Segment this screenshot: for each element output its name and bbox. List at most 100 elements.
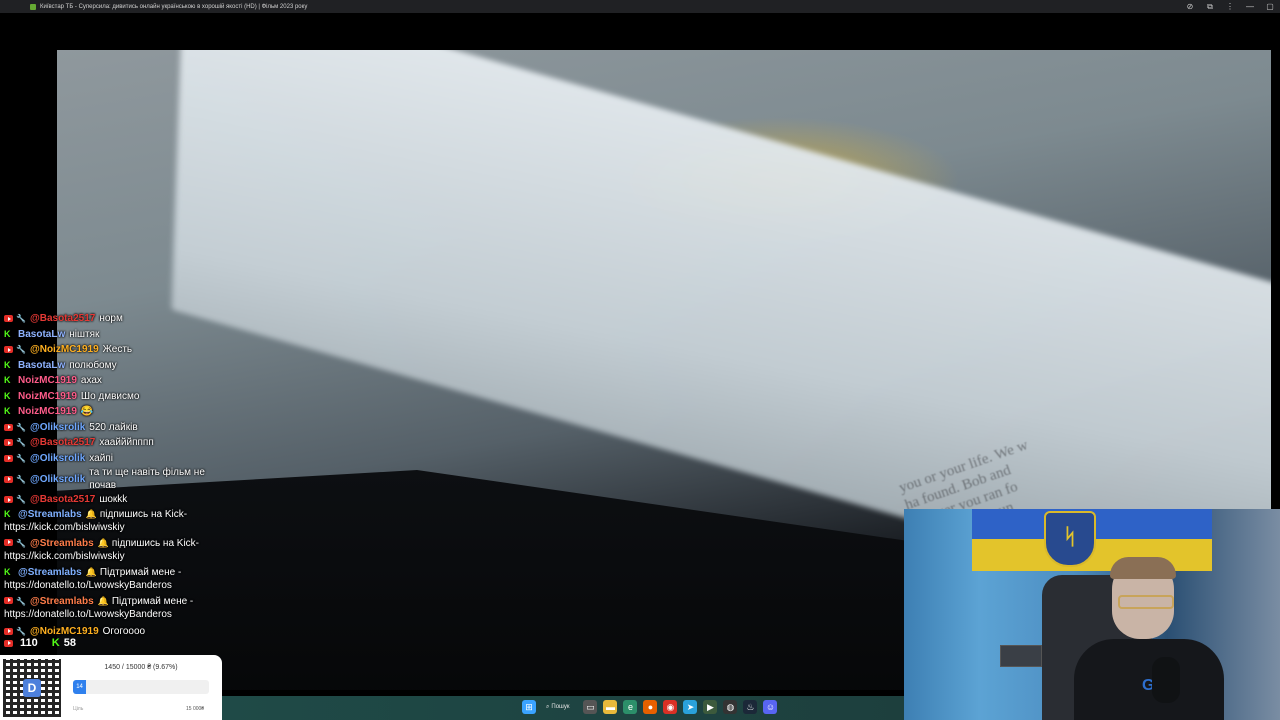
kick-icon: K <box>51 637 60 649</box>
firefox-icon[interactable]: ● <box>643 700 658 714</box>
chat-username: @Streamlabs <box>18 566 82 578</box>
kick-icon: K <box>4 508 11 519</box>
chat-text: Шо дмвисмо <box>80 390 140 402</box>
chat-message: 🔧 @Basota2517 шокkk <box>4 492 234 508</box>
telegram-icon[interactable]: ➤ <box>683 700 698 714</box>
maximize-button[interactable]: ▢ <box>1260 2 1280 11</box>
chat-text: полюбому <box>69 359 117 371</box>
goal-amount: 15 000₴ <box>186 706 205 712</box>
chat-username: @Basota2517 <box>29 494 96 506</box>
chat-message: 🔧 @Basota2517 норм <box>4 311 234 327</box>
incognito-icon[interactable]: ⊘ <box>1180 2 1200 11</box>
wrench-icon: 🔧 <box>16 626 26 636</box>
taskbar-search[interactable]: ⌕ Пошук <box>542 700 573 714</box>
youtube-icon <box>4 315 13 323</box>
webcam-feed: ᛋ GYG <box>904 509 1280 720</box>
search-icon: ⌕ <box>546 703 550 710</box>
chat-username: NoizMC1919 <box>18 390 77 402</box>
kick-viewer-count: 58 <box>63 637 76 649</box>
extensions-icon[interactable]: ⧉ <box>1200 2 1220 12</box>
chat-username: @Oliksrolik <box>29 473 86 485</box>
wrench-icon: 🔧 <box>16 495 26 505</box>
youtube-icon <box>4 423 13 431</box>
goal-label: Ціль <box>73 706 84 712</box>
wrench-icon: 🔧 <box>16 596 26 606</box>
chat-username: @NoizMC1919 <box>29 344 99 356</box>
chat-message: K @Streamlabs 🔔 Підтримай мене - https://do… <box>4 566 234 595</box>
donation-progress-fill: 14 <box>73 680 87 694</box>
chat-text: шокkk <box>99 494 128 506</box>
donation-progress-bar: 14 <box>73 680 209 694</box>
menu-icon[interactable]: ⋮ <box>1220 2 1240 11</box>
chat-text: хаайййпппп <box>99 437 154 449</box>
youtube-icon <box>4 596 13 604</box>
edge-icon[interactable]: e <box>623 700 638 714</box>
chat-message: 🔧 @Streamlabs 🔔 Підтримай мене - https://do… <box>4 595 234 624</box>
obs-icon[interactable]: ◍ <box>723 700 738 714</box>
kick-icon: K <box>4 390 11 401</box>
kick-icon: K <box>4 328 11 339</box>
chat-message: 🔧 @Oliksrolik та ти ще навіть фільм не поч… <box>4 466 234 492</box>
youtube-icon <box>4 496 13 504</box>
glasses <box>1118 595 1174 609</box>
minimize-button[interactable]: — <box>1240 2 1260 11</box>
chat-text: ахах <box>80 375 102 387</box>
windows-start-icon[interactable]: ⊞ <box>522 700 536 714</box>
terminal-icon[interactable]: ▶ <box>703 700 718 714</box>
wrench-icon: 🔧 <box>16 345 26 355</box>
chat-username: @Basota2517 <box>29 313 96 325</box>
taskbar: ⊞ ⌕ Пошук ▭ ▬ e ● ◉ ➤ ▶ ◍ ♨ ☺ <box>222 696 904 720</box>
chat-username: BasotaLw <box>18 328 66 340</box>
chat-message: 🔧 @Oliksrolik хайпі <box>4 451 234 467</box>
chat-text: 😂 <box>80 406 94 418</box>
steam-icon[interactable]: ♨ <box>743 700 758 714</box>
chat-text: Жесть <box>102 344 133 356</box>
file-explorer-icon[interactable]: ▬ <box>603 700 618 714</box>
monitor <box>1000 645 1042 667</box>
chat-text: 520 лайків <box>89 421 138 433</box>
chat-message: 🔧 @Basota2517 хаайййпппп <box>4 435 234 451</box>
chrome-icon[interactable]: ◉ <box>663 700 678 714</box>
window-controls: ⊘ ⧉ ⋮ — ▢ <box>1180 0 1280 13</box>
chat-text: хайпі <box>89 452 113 464</box>
bell-icon: 🔔 <box>85 508 97 519</box>
youtube-viewer-count: 110 <box>20 637 38 649</box>
kick-icon: K <box>4 406 11 417</box>
bell-icon: 🔔 <box>97 537 109 548</box>
chat-message: 🔧 @NoizMC1919 Жесть <box>4 342 234 358</box>
youtube-icon <box>4 639 13 647</box>
donation-widget: D 1450 / 15000 ₴ (9.67%) 14 Ціль 15 000₴ <box>0 655 222 720</box>
site-favicon-icon <box>30 3 36 10</box>
chat-username: @Streamlabs <box>29 537 94 549</box>
discord-icon[interactable]: ☺ <box>763 700 778 714</box>
chat-username: @Oliksrolik <box>29 421 86 433</box>
task-view-icon[interactable]: ▭ <box>583 700 598 714</box>
chat-message: K NoizMC1919 Шо дмвисмо <box>4 389 234 405</box>
chat-text: Огогоооо <box>102 625 146 637</box>
chat-message: 🔧 @Streamlabs 🔔 підпишись на Kick- https://… <box>4 537 234 566</box>
chat-username: NoizMC1919 <box>18 406 77 418</box>
browser-titlebar: Київстар ТБ - Суперсила: дивитись онлайн… <box>0 0 1280 13</box>
bell-icon: 🔔 <box>85 566 97 577</box>
chat-overlay: 🔧 @Basota2517 норм K BasotaLw ніштяк 🔧 @NoizMC1… <box>4 311 234 639</box>
youtube-icon <box>4 439 13 447</box>
youtube-icon <box>4 346 13 354</box>
window-title: Київстар ТБ - Суперсила: дивитись онлайн… <box>40 3 308 10</box>
qr-code: D <box>3 659 61 717</box>
wrench-icon: 🔧 <box>16 314 26 324</box>
chat-message: K NoizMC1919 😂 <box>4 404 234 420</box>
chat-username: @Streamlabs <box>29 595 94 607</box>
chat-text: ніштяк <box>69 328 100 340</box>
kick-icon: K <box>4 359 11 370</box>
youtube-icon <box>4 538 13 546</box>
chat-username: @Streamlabs <box>18 508 82 520</box>
chat-message: K BasotaLw ніштяк <box>4 327 234 343</box>
youtube-icon <box>4 475 13 483</box>
chat-text: та ти ще навіть фільм не почав <box>89 467 205 491</box>
wrench-icon: 🔧 <box>16 538 26 548</box>
wrench-icon: 🔧 <box>16 438 26 448</box>
donatello-logo-icon: D <box>23 679 41 697</box>
donation-goal-text: 1450 / 15000 ₴ (9.67%) <box>104 664 178 671</box>
chat-message: 🔧 @Oliksrolik 520 лайків <box>4 420 234 436</box>
viewer-counts: 110 K 58 <box>4 637 76 649</box>
